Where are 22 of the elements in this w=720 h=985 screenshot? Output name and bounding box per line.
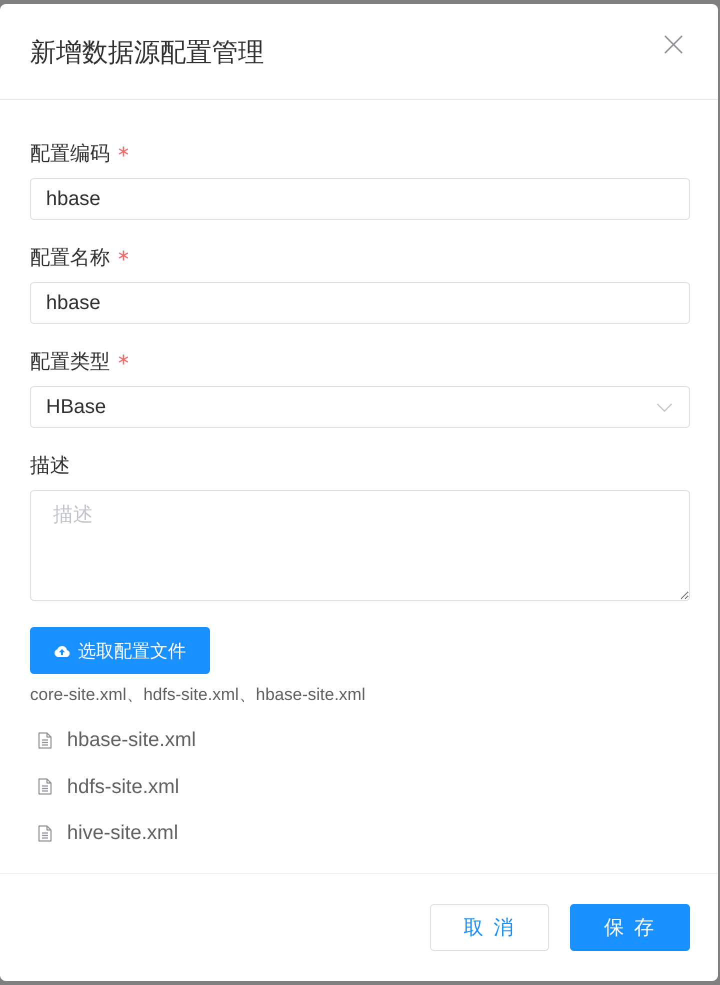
upload-button[interactable]: 选取配置文件 [30,627,210,674]
dialog-title: 新增数据源配置管理 [30,36,264,68]
file-name[interactable]: hive-site.xml [67,821,178,846]
cancel-button[interactable]: 取 消 [430,904,549,951]
document-icon [38,732,52,749]
field-label: 配置编码 [30,142,110,166]
chevron-down-icon [656,402,673,412]
upload-hint: core-site.xml、hdfs-site.xml、hbase-site.xml [30,685,366,704]
field-label: 配置名称 [30,246,110,270]
close-icon[interactable] [664,35,683,54]
select-field[interactable]: HBase [30,386,690,428]
text-field[interactable]: hbase [30,178,690,220]
file-name[interactable]: hbase-site.xml [67,728,196,752]
description-field[interactable]: 描述 [30,490,690,601]
cloud-upload-icon [54,644,70,656]
field-label: 配置类型 [30,350,110,374]
field-label: 描述 [30,454,70,478]
file-name[interactable]: hdfs-site.xml [67,774,180,799]
save-button[interactable]: 保 存 [570,904,690,951]
text-field[interactable]: hbase [30,282,690,324]
document-icon [38,778,52,796]
document-icon [38,824,52,842]
